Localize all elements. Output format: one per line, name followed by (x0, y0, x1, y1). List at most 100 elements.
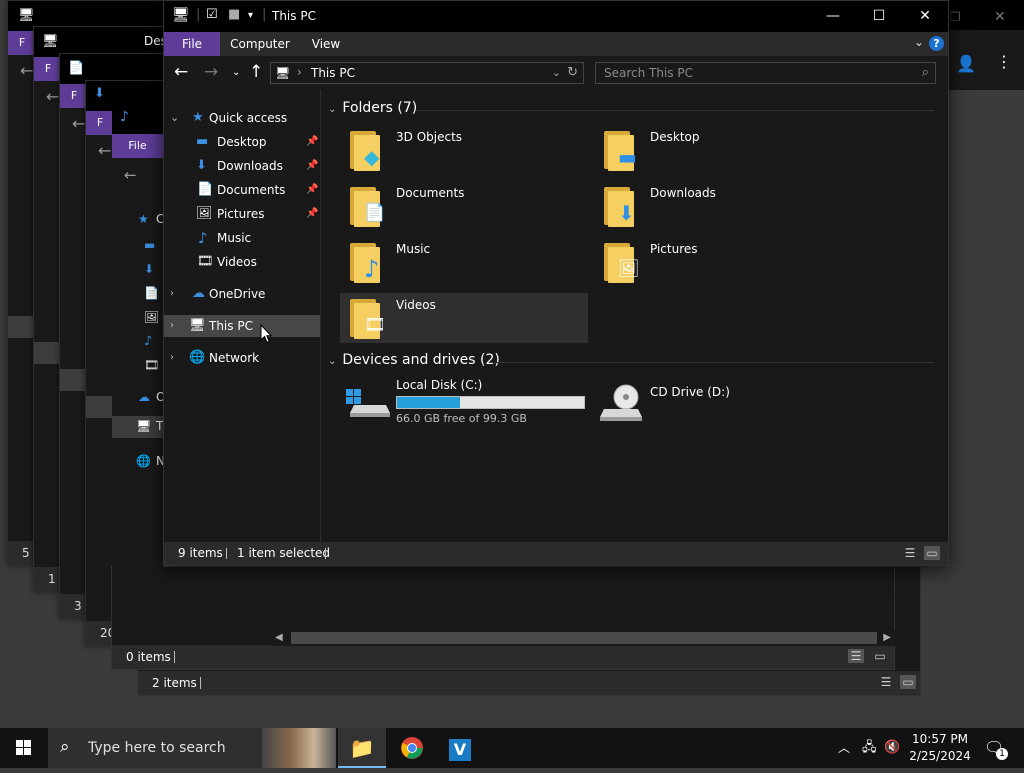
scroll-right-arrow[interactable]: ▶ (883, 630, 891, 646)
drives-group-header[interactable]: ⌄ Devices and drives (2) (328, 352, 500, 368)
file-tab[interactable]: F (86, 111, 114, 135)
horizontal-scrollbar[interactable]: ◀ ▶ (271, 630, 895, 646)
details-view-icon[interactable]: ☰ (902, 546, 918, 560)
background-window-6[interactable]: 0 items ☰ ▭ (111, 566, 895, 670)
pin-icon[interactable]: 📌 (306, 179, 318, 201)
windows-logo-icon (16, 740, 32, 756)
search-icon[interactable]: ⌕ (922, 65, 929, 80)
tab-view[interactable]: View (304, 32, 348, 56)
nav-documents[interactable]: 📄 Documents 📌 (164, 179, 321, 201)
details-view-icon[interactable]: ☰ (878, 675, 894, 689)
nav-label: This PC (209, 319, 253, 333)
scroll-left-arrow[interactable]: ◀ (275, 630, 283, 646)
large-icons-view-icon[interactable]: ▭ (900, 675, 916, 689)
file-tab[interactable]: File (112, 134, 163, 158)
forward-button[interactable]: → (204, 62, 218, 82)
pictures-icon: 🖼 (144, 310, 160, 324)
chrome-taskbar-button[interactable] (388, 728, 436, 768)
close-button[interactable]: ✕ (902, 1, 948, 32)
properties-icon[interactable]: ☑ (206, 7, 218, 22)
search-box[interactable]: ⌕ (595, 62, 936, 84)
breadcrumb-this-pc[interactable]: This PC (311, 66, 355, 80)
nav-videos[interactable]: 🎞 Videos (164, 251, 321, 273)
nav-this-pc[interactable]: › 🖥 This PC (164, 315, 320, 337)
file-explorer-taskbar-button[interactable]: 📁 (338, 728, 386, 768)
folder-pictures[interactable]: 🖼 Pictures (594, 237, 842, 287)
minimize-button[interactable]: — (810, 1, 856, 32)
restore-icon[interactable]: ❐ (950, 10, 961, 24)
back-button[interactable]: ← (174, 62, 188, 82)
folder-desktop[interactable]: ▬ Desktop (594, 125, 842, 175)
collapsed-chevron-icon[interactable]: › (170, 315, 174, 337)
vscode-taskbar-button[interactable]: V (436, 728, 484, 768)
file-explorer-window[interactable]: 🖥 | ☑ ■ ▾ | This PC — ☐ ✕ File Computer … (163, 0, 949, 566)
file-tab[interactable]: F (8, 31, 36, 55)
tab-file[interactable]: File (164, 32, 220, 56)
volume-muted-icon[interactable]: 🔇 (884, 728, 900, 768)
drive-cd-d[interactable]: CD Drive (D:) (594, 375, 844, 427)
onedrive-icon: ☁ (138, 390, 150, 404)
large-icons-view-icon[interactable]: ▭ (924, 546, 940, 560)
vertical-scrollbar[interactable] (936, 90, 948, 542)
folder-music[interactable]: ♪ Music (340, 237, 588, 287)
maximize-button[interactable]: ☐ (856, 1, 902, 32)
more-options-icon[interactable]: ⋮ (996, 52, 1012, 71)
expand-ribbon-chevron-icon[interactable]: ⌄ (914, 35, 924, 49)
nav-downloads[interactable]: ⬇ Downloads 📌 (164, 155, 321, 177)
folder-icon: 🖼 (604, 243, 640, 283)
collapse-chevron-icon[interactable]: ⌄ (328, 104, 336, 115)
breadcrumb-chevron-icon[interactable]: › (297, 65, 302, 79)
file-explorer-icon: 📁 (349, 736, 375, 760)
customize-chevron-icon[interactable]: ▾ (248, 10, 253, 21)
file-tab[interactable]: F (60, 84, 88, 108)
folder-videos[interactable]: 🎞 Videos (340, 293, 588, 343)
nav-label: Pictures (217, 207, 265, 221)
folders-group-header[interactable]: ⌄ Folders (7) (328, 100, 417, 116)
nav-label: Desktop (217, 135, 267, 149)
nav-desktop[interactable]: ▬ Desktop 📌 (164, 131, 321, 153)
pin-icon[interactable]: 📌 (306, 203, 318, 225)
tab-computer[interactable]: Computer (228, 32, 292, 56)
refresh-icon[interactable]: ↻ (567, 65, 578, 80)
new-folder-icon[interactable]: ■ (228, 7, 240, 22)
taskbar-clock[interactable]: 10:57 PM 2/25/2024 (900, 731, 980, 765)
close-icon[interactable]: ✕ (994, 9, 1006, 25)
nav-network[interactable]: › 🌐 Network (164, 347, 321, 369)
title-bar[interactable]: 🖥 | ☑ ■ ▾ | This PC — ☐ ✕ (164, 1, 948, 32)
address-bar[interactable]: 🖥 › This PC ⌄ ↻ (270, 62, 584, 84)
drive-name: Local Disk (C:) (396, 378, 483, 392)
up-button[interactable]: ↑ (249, 62, 263, 82)
separator: | (196, 7, 201, 22)
pin-icon[interactable]: 📌 (306, 131, 318, 153)
taskbar-search[interactable]: ⌕ Type here to search (48, 728, 336, 768)
nav-music[interactable]: ♪ Music (164, 227, 321, 249)
collapse-chevron-icon[interactable]: ⌄ (328, 356, 336, 367)
file-tab[interactable]: F (34, 57, 62, 81)
folder-3d-objects[interactable]: ◆ 3D Objects (340, 125, 588, 175)
help-button[interactable]: ? (929, 36, 944, 51)
folder-downloads[interactable]: ⬇ Downloads (594, 181, 842, 231)
nav-pictures[interactable]: 🖼 Pictures 📌 (164, 203, 321, 225)
drive-local-disk-c[interactable]: Local Disk (C:) 66.0 GB free of 99.3 GB (340, 375, 590, 427)
large-icons-view-icon[interactable]: ▭ (872, 649, 888, 663)
start-button[interactable] (0, 728, 48, 768)
details-view-icon[interactable]: ☰ (848, 649, 864, 663)
account-icon[interactable]: 👤 (956, 54, 976, 73)
network-tray-icon[interactable]: 🖧 (862, 728, 877, 768)
nav-onedrive[interactable]: › ☁ OneDrive (164, 283, 321, 305)
group-divider (494, 362, 934, 363)
search-input[interactable] (596, 63, 906, 83)
folder-icon: ▬ (604, 131, 640, 171)
nav-quick-access[interactable]: ⌄ ★ Quick access (164, 107, 321, 129)
back-arrow[interactable]: ← (124, 166, 137, 184)
expanded-chevron-icon[interactable]: ⌄ (170, 107, 179, 129)
address-dropdown-icon[interactable]: ⌄ (552, 66, 561, 79)
folder-documents[interactable]: 📄 Documents (340, 181, 588, 231)
collapsed-chevron-icon[interactable]: › (170, 283, 174, 305)
collapsed-chevron-icon[interactable]: › (170, 347, 174, 369)
pin-icon[interactable]: 📌 (306, 155, 318, 177)
recent-locations-chevron-icon[interactable]: ⌄ (232, 67, 240, 78)
show-hidden-icons-chevron[interactable]: ︿ (838, 728, 850, 768)
scroll-thumb[interactable] (291, 632, 877, 644)
search-icon: ⌕ (60, 737, 70, 757)
